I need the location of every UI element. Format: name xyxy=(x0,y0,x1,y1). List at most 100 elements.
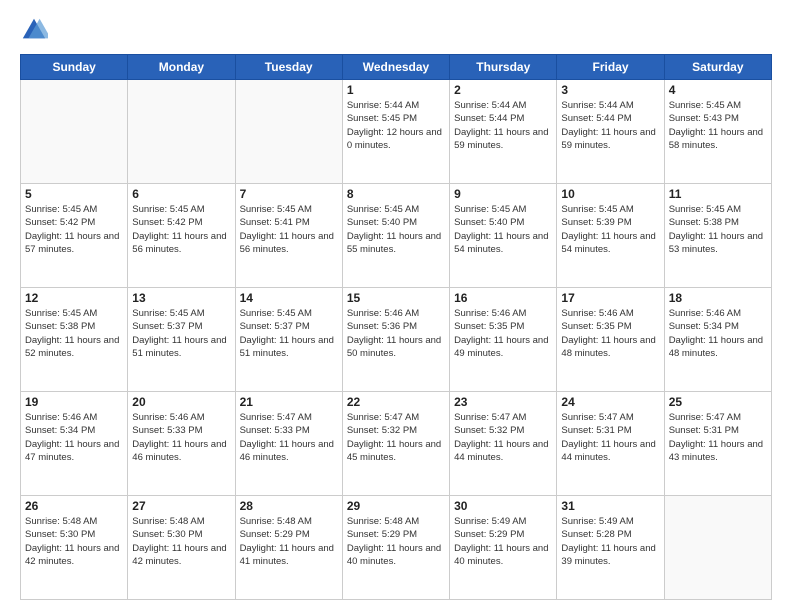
day-number: 11 xyxy=(669,187,767,201)
calendar-cell xyxy=(128,80,235,184)
calendar-cell: 22 Sunrise: 5:47 AM Sunset: 5:32 PM Dayli… xyxy=(342,392,449,496)
calendar-cell: 7 Sunrise: 5:45 AM Sunset: 5:41 PM Daylig… xyxy=(235,184,342,288)
day-info: Sunrise: 5:44 AM Sunset: 5:44 PM Dayligh… xyxy=(561,99,659,152)
day-number: 3 xyxy=(561,83,659,97)
day-info: Sunrise: 5:46 AM Sunset: 5:36 PM Dayligh… xyxy=(347,307,445,360)
calendar-cell: 28Sunrise: 5:48 AM Sunset: 5:29 PM Dayli… xyxy=(235,496,342,600)
calendar-cell: 18Sunrise: 5:46 AM Sunset: 5:34 PM Dayli… xyxy=(664,288,771,392)
calendar-cell: 24 Sunrise: 5:47 AM Sunset: 5:31 PM Dayli… xyxy=(557,392,664,496)
calendar-body: 1 Sunrise: 5:44 AM Sunset: 5:45 PM Daylig… xyxy=(21,80,772,600)
day-info: Sunrise: 5:45 AM Sunset: 5:39 PM Dayligh… xyxy=(561,203,659,256)
day-number: 1 xyxy=(347,83,445,97)
day-info: Sunrise: 5:45 AM Sunset: 5:41 PM Dayligh… xyxy=(240,203,338,256)
calendar-cell: 31Sunrise: 5:49 AM Sunset: 5:28 PM Dayli… xyxy=(557,496,664,600)
day-number: 8 xyxy=(347,187,445,201)
day-info: Sunrise: 5:45 AM Sunset: 5:42 PM Dayligh… xyxy=(25,203,123,256)
day-info: Sunrise: 5:45 AM Sunset: 5:40 PM Dayligh… xyxy=(454,203,552,256)
day-number: 9 xyxy=(454,187,552,201)
calendar-cell xyxy=(21,80,128,184)
day-number: 4 xyxy=(669,83,767,97)
day-number: 21 xyxy=(240,395,338,409)
calendar-cell: 29 Sunrise: 5:48 AM Sunset: 5:29 PM Dayli… xyxy=(342,496,449,600)
calendar-cell: 21Sunrise: 5:47 AM Sunset: 5:33 PM Dayli… xyxy=(235,392,342,496)
calendar-cell: 6 Sunrise: 5:45 AM Sunset: 5:42 PM Daylig… xyxy=(128,184,235,288)
day-info: Sunrise: 5:46 AM Sunset: 5:35 PM Dayligh… xyxy=(454,307,552,360)
day-info: Sunrise: 5:47 AM Sunset: 5:31 PM Dayligh… xyxy=(669,411,767,464)
day-number: 22 xyxy=(347,395,445,409)
logo xyxy=(20,16,52,44)
day-info: Sunrise: 5:45 AM Sunset: 5:37 PM Dayligh… xyxy=(240,307,338,360)
day-info: Sunrise: 5:48 AM Sunset: 5:30 PM Dayligh… xyxy=(132,515,230,568)
day-number: 24 xyxy=(561,395,659,409)
day-number: 29 xyxy=(347,499,445,513)
calendar-cell: 8 Sunrise: 5:45 AM Sunset: 5:40 PM Daylig… xyxy=(342,184,449,288)
day-info: Sunrise: 5:49 AM Sunset: 5:29 PM Dayligh… xyxy=(454,515,552,568)
day-info: Sunrise: 5:46 AM Sunset: 5:35 PM Dayligh… xyxy=(561,307,659,360)
day-number: 18 xyxy=(669,291,767,305)
calendar-cell: 25 Sunrise: 5:47 AM Sunset: 5:31 PM Dayli… xyxy=(664,392,771,496)
day-info: Sunrise: 5:47 AM Sunset: 5:32 PM Dayligh… xyxy=(347,411,445,464)
calendar-week-row: 5 Sunrise: 5:45 AM Sunset: 5:42 PM Daylig… xyxy=(21,184,772,288)
day-number: 13 xyxy=(132,291,230,305)
day-info: Sunrise: 5:48 AM Sunset: 5:29 PM Dayligh… xyxy=(347,515,445,568)
calendar-cell: 30 Sunrise: 5:49 AM Sunset: 5:29 PM Dayli… xyxy=(450,496,557,600)
header xyxy=(20,16,772,44)
calendar-cell: 17 Sunrise: 5:46 AM Sunset: 5:35 PM Dayli… xyxy=(557,288,664,392)
calendar-cell: 3 Sunrise: 5:44 AM Sunset: 5:44 PM Daylig… xyxy=(557,80,664,184)
calendar-cell: 26 Sunrise: 5:48 AM Sunset: 5:30 PM Dayli… xyxy=(21,496,128,600)
day-info: Sunrise: 5:46 AM Sunset: 5:33 PM Dayligh… xyxy=(132,411,230,464)
weekday-row: SundayMondayTuesdayWednesdayThursdayFrid… xyxy=(21,55,772,80)
day-info: Sunrise: 5:45 AM Sunset: 5:42 PM Dayligh… xyxy=(132,203,230,256)
calendar-cell: 9 Sunrise: 5:45 AM Sunset: 5:40 PM Daylig… xyxy=(450,184,557,288)
calendar-cell: 23Sunrise: 5:47 AM Sunset: 5:32 PM Dayli… xyxy=(450,392,557,496)
day-number: 31 xyxy=(561,499,659,513)
calendar-week-row: 26 Sunrise: 5:48 AM Sunset: 5:30 PM Dayli… xyxy=(21,496,772,600)
day-number: 25 xyxy=(669,395,767,409)
calendar-cell: 11Sunrise: 5:45 AM Sunset: 5:38 PM Dayli… xyxy=(664,184,771,288)
day-info: Sunrise: 5:48 AM Sunset: 5:29 PM Dayligh… xyxy=(240,515,338,568)
calendar-cell: 2 Sunrise: 5:44 AM Sunset: 5:44 PM Daylig… xyxy=(450,80,557,184)
calendar-header: SundayMondayTuesdayWednesdayThursdayFrid… xyxy=(21,55,772,80)
day-number: 10 xyxy=(561,187,659,201)
day-number: 2 xyxy=(454,83,552,97)
day-number: 5 xyxy=(25,187,123,201)
day-number: 27 xyxy=(132,499,230,513)
day-info: Sunrise: 5:45 AM Sunset: 5:40 PM Dayligh… xyxy=(347,203,445,256)
weekday-header: Monday xyxy=(128,55,235,80)
logo-icon xyxy=(20,16,48,44)
day-info: Sunrise: 5:44 AM Sunset: 5:45 PM Dayligh… xyxy=(347,99,445,152)
day-info: Sunrise: 5:44 AM Sunset: 5:44 PM Dayligh… xyxy=(454,99,552,152)
calendar-week-row: 19 Sunrise: 5:46 AM Sunset: 5:34 PM Dayli… xyxy=(21,392,772,496)
day-number: 30 xyxy=(454,499,552,513)
day-number: 6 xyxy=(132,187,230,201)
day-number: 14 xyxy=(240,291,338,305)
weekday-header: Wednesday xyxy=(342,55,449,80)
calendar-table: SundayMondayTuesdayWednesdayThursdayFrid… xyxy=(20,54,772,600)
weekday-header: Thursday xyxy=(450,55,557,80)
calendar-cell: 10 Sunrise: 5:45 AM Sunset: 5:39 PM Dayli… xyxy=(557,184,664,288)
day-info: Sunrise: 5:48 AM Sunset: 5:30 PM Dayligh… xyxy=(25,515,123,568)
calendar-cell: 27 Sunrise: 5:48 AM Sunset: 5:30 PM Dayli… xyxy=(128,496,235,600)
calendar-cell xyxy=(235,80,342,184)
calendar-cell xyxy=(664,496,771,600)
day-number: 26 xyxy=(25,499,123,513)
calendar-cell: 12Sunrise: 5:45 AM Sunset: 5:38 PM Dayli… xyxy=(21,288,128,392)
calendar-cell: 14 Sunrise: 5:45 AM Sunset: 5:37 PM Dayli… xyxy=(235,288,342,392)
calendar-cell: 4 Sunrise: 5:45 AM Sunset: 5:43 PM Daylig… xyxy=(664,80,771,184)
calendar-cell: 20Sunrise: 5:46 AM Sunset: 5:33 PM Dayli… xyxy=(128,392,235,496)
day-info: Sunrise: 5:45 AM Sunset: 5:43 PM Dayligh… xyxy=(669,99,767,152)
day-info: Sunrise: 5:47 AM Sunset: 5:31 PM Dayligh… xyxy=(561,411,659,464)
day-number: 16 xyxy=(454,291,552,305)
day-number: 7 xyxy=(240,187,338,201)
calendar-cell: 5 Sunrise: 5:45 AM Sunset: 5:42 PM Daylig… xyxy=(21,184,128,288)
day-info: Sunrise: 5:45 AM Sunset: 5:37 PM Dayligh… xyxy=(132,307,230,360)
page: SundayMondayTuesdayWednesdayThursdayFrid… xyxy=(0,0,792,612)
day-number: 19 xyxy=(25,395,123,409)
weekday-header: Sunday xyxy=(21,55,128,80)
calendar-cell: 13 Sunrise: 5:45 AM Sunset: 5:37 PM Dayli… xyxy=(128,288,235,392)
day-number: 15 xyxy=(347,291,445,305)
day-number: 23 xyxy=(454,395,552,409)
day-number: 17 xyxy=(561,291,659,305)
calendar-cell: 15 Sunrise: 5:46 AM Sunset: 5:36 PM Dayli… xyxy=(342,288,449,392)
day-info: Sunrise: 5:46 AM Sunset: 5:34 PM Dayligh… xyxy=(25,411,123,464)
